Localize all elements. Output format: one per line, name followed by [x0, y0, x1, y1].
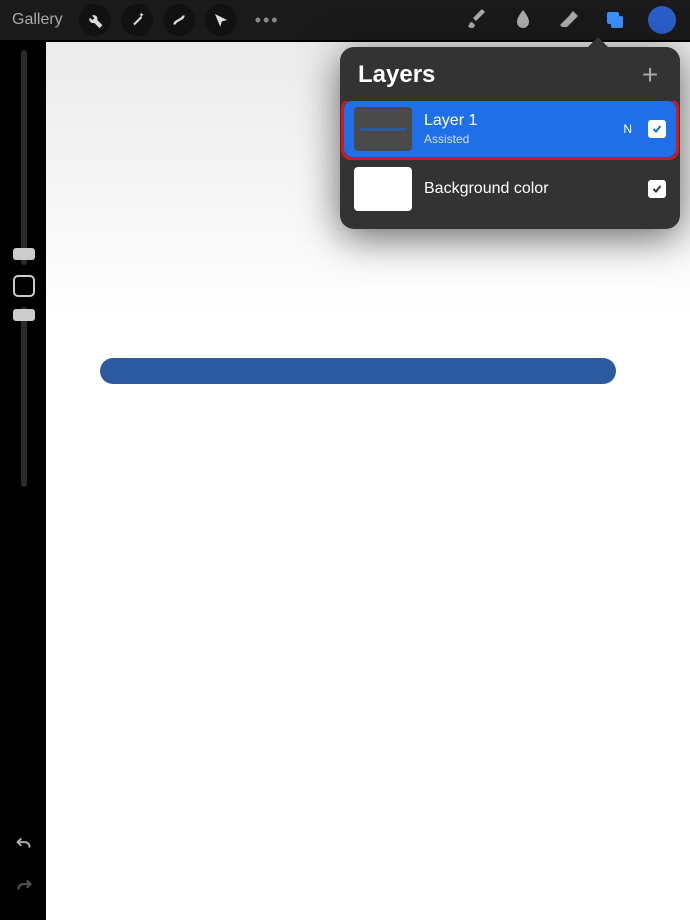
blend-mode-label[interactable]: N	[623, 122, 632, 136]
redo-icon	[13, 875, 35, 897]
dots-icon: •••	[255, 10, 280, 30]
layers-icon	[603, 8, 627, 32]
gallery-button[interactable]: Gallery	[6, 7, 69, 33]
wand-icon	[128, 11, 146, 29]
undo-redo-group	[12, 832, 36, 898]
brush-size-thumb[interactable]	[13, 248, 35, 260]
layer-visibility-checkbox[interactable]	[648, 180, 666, 198]
plus-icon: +	[642, 59, 658, 91]
wrench-icon	[86, 11, 104, 29]
drawn-stroke	[100, 358, 616, 384]
layers-panel: Layers + Layer 1 Assisted N Background c…	[340, 47, 680, 229]
panel-arrow	[588, 37, 608, 47]
s-curve-icon	[170, 11, 188, 29]
layers-header: Layers +	[340, 47, 680, 101]
adjustments-button[interactable]	[121, 4, 153, 36]
layers-button[interactable]	[602, 7, 628, 33]
smudge-button[interactable]	[510, 7, 536, 33]
brush-opacity-slider[interactable]	[21, 307, 27, 487]
modify-menu-button[interactable]: •••	[255, 10, 280, 31]
redo-button[interactable]	[12, 874, 36, 898]
brush-button[interactable]	[464, 7, 490, 33]
layer-name-label: Layer 1	[424, 112, 611, 130]
layer-info: Background color	[424, 180, 636, 198]
layer-subtitle-label: Assisted	[424, 132, 611, 146]
brush-opacity-thumb[interactable]	[13, 309, 35, 321]
layer-row-selected[interactable]: Layer 1 Assisted N	[344, 101, 676, 157]
brush-size-slider[interactable]	[21, 50, 27, 265]
smudge-icon	[511, 8, 535, 32]
transform-button[interactable]	[205, 4, 237, 36]
actions-button[interactable]	[79, 4, 111, 36]
left-sidebar	[4, 40, 44, 920]
eraser-icon	[557, 8, 581, 32]
layer-info: Layer 1 Assisted	[424, 112, 611, 146]
undo-icon	[13, 833, 35, 855]
layer-thumb-content	[360, 128, 406, 131]
color-picker-button[interactable]	[648, 6, 676, 34]
undo-button[interactable]	[12, 832, 36, 856]
add-layer-button[interactable]: +	[638, 63, 662, 87]
layer-thumbnail[interactable]	[354, 167, 412, 211]
layer-name-label: Background color	[424, 180, 636, 198]
top-right-tools	[464, 6, 684, 34]
brush-icon	[465, 8, 489, 32]
eraser-button[interactable]	[556, 7, 582, 33]
layer-visibility-checkbox[interactable]	[648, 120, 666, 138]
layer-row-background[interactable]: Background color	[340, 159, 680, 219]
layers-title: Layers	[358, 61, 435, 89]
check-icon	[651, 123, 663, 135]
selection-button[interactable]	[163, 4, 195, 36]
arrow-icon	[212, 11, 230, 29]
top-toolbar: Gallery •••	[0, 0, 690, 40]
layer-thumbnail[interactable]	[354, 107, 412, 151]
check-icon	[651, 183, 663, 195]
modifier-button[interactable]	[13, 275, 35, 297]
